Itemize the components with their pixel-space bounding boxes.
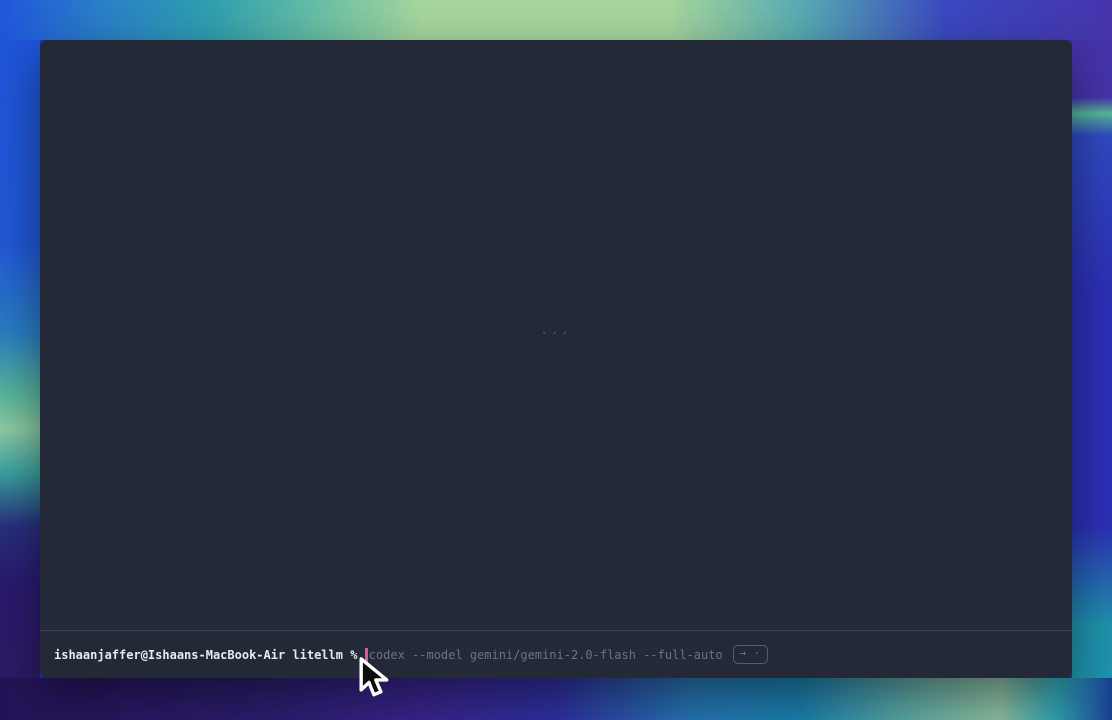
shell-prompt: ishaanjaffer@Ishaans-MacBook-Air litellm… xyxy=(54,648,365,662)
terminal-output-area: ... xyxy=(40,40,1072,630)
wallpaper-top xyxy=(0,0,1112,40)
loading-ellipsis: ... xyxy=(40,323,1072,337)
accept-suggestion-key-hint: → · xyxy=(733,645,768,664)
wallpaper-right xyxy=(1072,40,1112,678)
autosuggestion-text: codex --model gemini/gemini-2.0-flash --… xyxy=(369,648,723,662)
text-cursor xyxy=(365,648,368,662)
desktop: { "desktop": { "wallpaper": "macos-abstr… xyxy=(0,0,1112,720)
wallpaper-left xyxy=(0,40,40,678)
terminal-prompt-line[interactable]: ishaanjaffer@Ishaans-MacBook-Air litellm… xyxy=(40,631,1072,678)
wallpaper-bottom xyxy=(0,678,1112,720)
terminal-window[interactable]: ... ishaanjaffer@Ishaans-MacBook-Air lit… xyxy=(40,40,1072,678)
